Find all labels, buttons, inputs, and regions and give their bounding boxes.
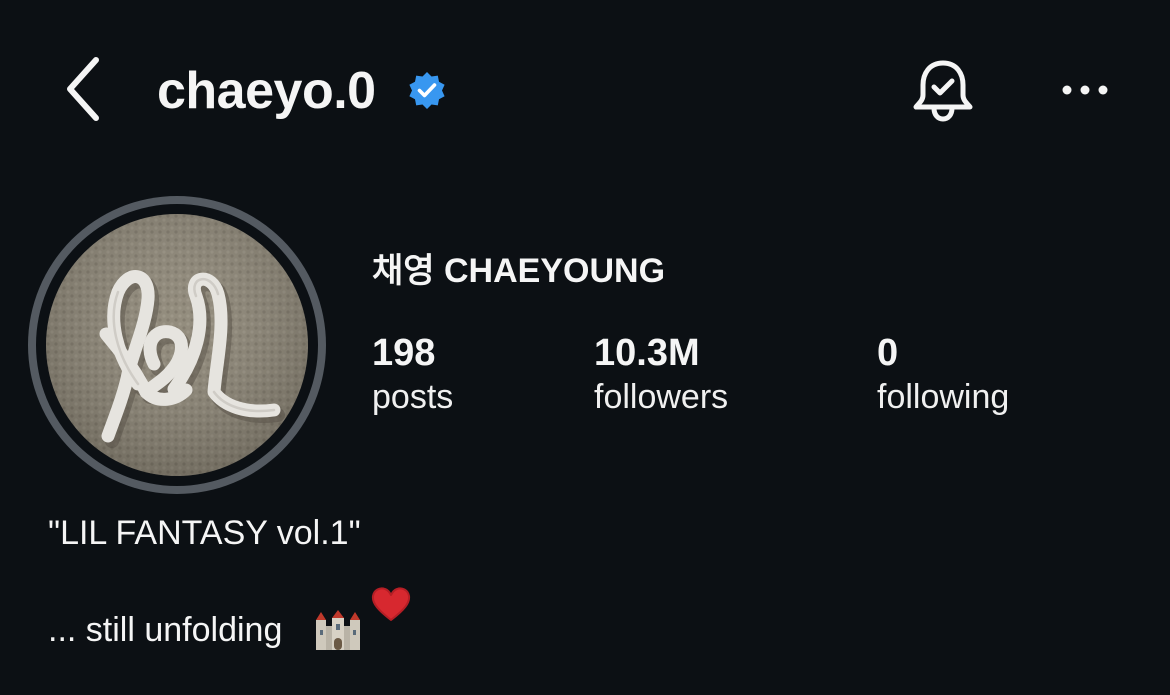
bio-line-2: ... still unfolding: [48, 611, 283, 649]
followers-count: 10.3M: [594, 332, 700, 374]
posts-label: posts: [372, 378, 454, 416]
profile-username: chaeyo.0: [157, 62, 376, 120]
following-stat[interactable]: 0 following: [877, 330, 1009, 418]
notifications-button[interactable]: [908, 56, 978, 126]
bio-line-1: "LIL FANTASY vol.1": [48, 514, 361, 552]
verified-badge-icon: [407, 70, 447, 110]
red-heart-icon: [370, 586, 412, 622]
bell-check-icon: [913, 60, 973, 122]
followers-label: followers: [594, 378, 729, 416]
back-button[interactable]: [58, 54, 108, 124]
posts-stat[interactable]: 198 posts: [372, 330, 453, 418]
following-label: following: [877, 378, 1010, 416]
more-options-button[interactable]: [1056, 72, 1116, 108]
more-horizontal-icon: [1062, 85, 1108, 95]
castle-icon: [314, 610, 362, 652]
display-name: 채영 CHAEYOUNG: [372, 252, 666, 290]
profile-avatar[interactable]: [46, 214, 308, 476]
posts-count: 198: [372, 332, 436, 374]
chevron-left-icon: [67, 57, 99, 121]
following-count: 0: [877, 332, 899, 374]
followers-stat[interactable]: 10.3M followers: [594, 330, 728, 418]
